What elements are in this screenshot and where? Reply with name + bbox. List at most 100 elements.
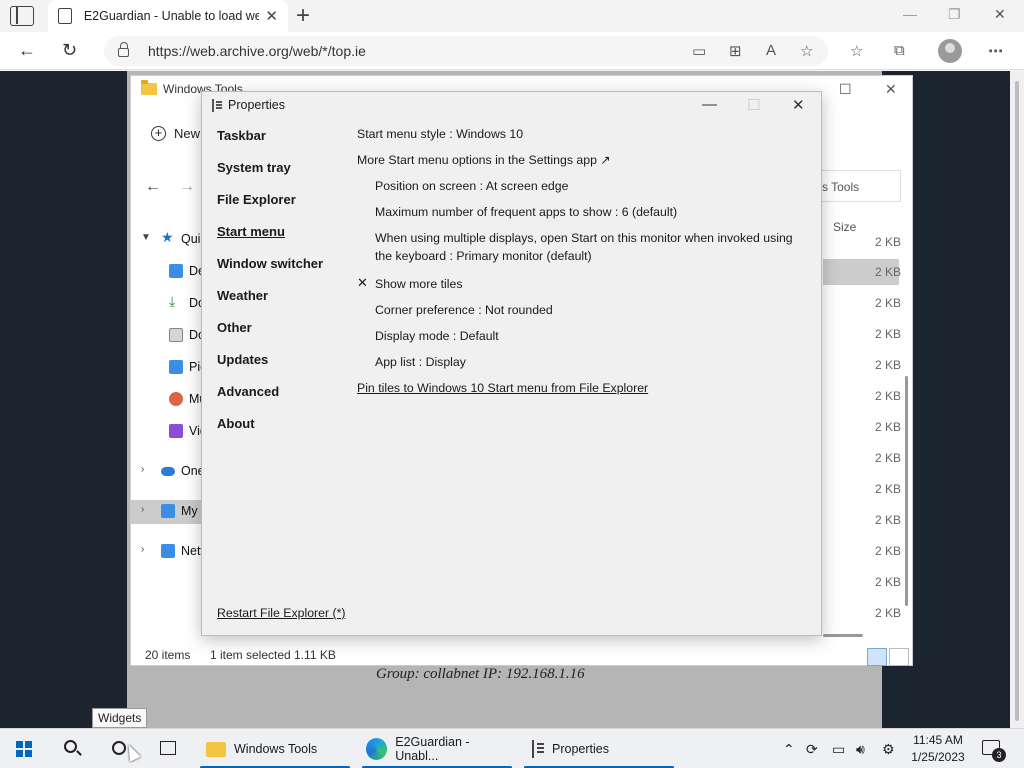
settings-gear-icon[interactable]: ⚙ xyxy=(882,729,895,768)
chevron-right-icon[interactable]: › xyxy=(141,464,144,475)
immersive-reader-icon[interactable]: ▭ xyxy=(692,42,706,60)
restart-explorer-link[interactable]: Restart File Explorer (*) xyxy=(217,606,345,620)
nav-taskbar[interactable]: Taskbar xyxy=(217,128,266,143)
chevron-down-icon[interactable]: ▼ xyxy=(141,232,151,243)
network-icon[interactable]: ▭ xyxy=(832,729,845,768)
setting-more-options-link[interactable]: More Start menu options in the Settings … xyxy=(357,151,611,169)
nav-start-menu[interactable]: Start menu xyxy=(217,224,285,239)
size-cell: 2 KB xyxy=(875,544,902,558)
show-hidden-icons-icon[interactable]: ⌃ xyxy=(783,729,795,768)
taskbar: Windows Tools E2Guardian - Unabl... Prop… xyxy=(0,728,1024,768)
minimize-icon[interactable]: ― xyxy=(702,96,717,113)
page-scrollbar-thumb[interactable] xyxy=(1015,81,1019,721)
details-view-icon[interactable] xyxy=(867,648,887,666)
explorer-status-bar: 20 items 1 item selected 1.11 KB xyxy=(131,643,912,667)
clock-date: 1/25/2023 xyxy=(911,750,965,764)
setting-max-frequent[interactable]: Maximum number of frequent apps to show … xyxy=(375,203,677,221)
setting-display-mode[interactable]: Display mode : Default xyxy=(375,327,499,345)
explorer-vertical-scrollbar[interactable] xyxy=(904,216,910,616)
nav-weather[interactable]: Weather xyxy=(217,288,268,303)
tree-item-network[interactable]: › Netw xyxy=(131,540,211,564)
volume-icon[interactable]: 🔊︎ xyxy=(856,729,865,768)
tab-close-icon[interactable]: ✕ xyxy=(265,7,278,25)
nav-window-switcher[interactable]: Window switcher xyxy=(217,256,323,271)
url-text[interactable]: https://web.archive.org/web/*/top.ie xyxy=(148,43,366,59)
setting-show-more-tiles[interactable]: Show more tiles xyxy=(375,275,462,293)
favorites-icon[interactable]: ☆ xyxy=(850,42,863,60)
task-view-icon[interactable] xyxy=(160,741,176,755)
setting-multi-display[interactable]: When using multiple displays, open Start… xyxy=(375,229,801,265)
nav-other[interactable]: Other xyxy=(217,320,252,335)
properties-titlebar[interactable]: Properties ― ☐ ✕ xyxy=(202,92,821,120)
chevron-right-icon[interactable]: › xyxy=(141,504,144,515)
taskbar-app-properties[interactable]: Properties xyxy=(524,729,674,768)
browser-tab[interactable]: E2Guardian - Unable to load web ✕ xyxy=(48,0,288,32)
size-column-header[interactable]: Size xyxy=(833,220,856,234)
check-icon[interactable]: ✕ xyxy=(357,275,368,291)
setting-start-menu-style[interactable]: Start menu style : Windows 10 xyxy=(357,125,523,143)
page-scrollbar[interactable] xyxy=(1010,71,1024,728)
explorer-horizontal-scrollbar[interactable] xyxy=(823,634,863,637)
tab-actions-icon[interactable] xyxy=(10,6,34,26)
restore-icon[interactable]: ❐ xyxy=(948,6,961,23)
tree-item-downloads[interactable]: ⤓ Do xyxy=(131,292,211,316)
new-tab-button[interactable]: + xyxy=(296,2,310,30)
read-aloud-icon[interactable]: A xyxy=(766,42,776,59)
collections-icon[interactable]: ⧉ xyxy=(894,42,905,59)
explorer-back-icon[interactable]: ← xyxy=(145,178,161,196)
pin-tiles-link[interactable]: Pin tiles to Windows 10 Start menu from … xyxy=(357,379,648,397)
document-icon xyxy=(169,328,183,342)
explorer-maximize-icon[interactable]: ☐ xyxy=(839,81,852,98)
video-icon xyxy=(169,424,183,438)
star-icon: ★ xyxy=(161,229,174,245)
tree-item-music[interactable]: Mu xyxy=(131,388,211,412)
apps-icon[interactable]: ⊞ xyxy=(729,42,742,60)
start-icon[interactable] xyxy=(16,741,32,757)
chevron-right-icon[interactable]: › xyxy=(141,544,144,555)
explorer-new-button[interactable]: + New xyxy=(151,126,200,141)
taskbar-app-label: E2Guardian - Unabl... xyxy=(395,735,470,763)
taskbar-app-windows-tools[interactable]: Windows Tools xyxy=(200,729,350,768)
profile-icon[interactable] xyxy=(938,39,962,63)
tree-item-quick-access[interactable]: ▼ ★ Qui xyxy=(131,228,211,252)
refresh-icon[interactable]: ↻ xyxy=(62,40,77,61)
tree-item-documents[interactable]: Do xyxy=(131,324,211,348)
search-icon[interactable] xyxy=(64,740,77,753)
desktop-icon xyxy=(169,264,183,278)
explorer-close-icon[interactable]: ✕ xyxy=(885,81,897,98)
taskbar-app-label: Windows Tools xyxy=(234,742,318,756)
tiles-view-icon[interactable] xyxy=(889,648,909,666)
nav-about[interactable]: About xyxy=(217,416,255,431)
address-bar[interactable]: https://web.archive.org/web/*/top.ie xyxy=(104,36,828,66)
explorer-search-text: s Tools xyxy=(822,180,860,194)
minimize-icon[interactable]: ― xyxy=(903,6,917,22)
more-icon[interactable]: ⋯ xyxy=(988,42,1003,60)
setting-position[interactable]: Position on screen : At screen edge xyxy=(375,177,568,195)
computer-icon xyxy=(161,504,175,518)
nav-file-explorer[interactable]: File Explorer xyxy=(217,192,296,207)
setting-corner-preference[interactable]: Corner preference : Not rounded xyxy=(375,301,553,319)
taskbar-app-edge[interactable]: E2Guardian - Unabl... xyxy=(362,729,512,768)
close-icon[interactable]: ✕ xyxy=(792,96,805,114)
back-icon[interactable]: ← xyxy=(18,40,36,61)
size-cell: 2 KB xyxy=(875,482,902,496)
nav-updates[interactable]: Updates xyxy=(217,352,268,367)
browser-tab-strip: E2Guardian - Unable to load web ✕ + ― ❐ … xyxy=(0,0,1024,32)
tree-item-videos[interactable]: Vid xyxy=(131,420,211,444)
widgets-tooltip: Widgets xyxy=(92,708,148,728)
nav-system-tray[interactable]: System tray xyxy=(217,160,291,175)
explorer-forward-icon[interactable]: → xyxy=(179,178,195,196)
edge-icon xyxy=(366,738,388,760)
update-icon[interactable]: ⟳ xyxy=(806,729,818,768)
nav-advanced[interactable]: Advanced xyxy=(217,384,279,399)
scrollbar-thumb[interactable] xyxy=(905,376,908,606)
tree-item-this-pc[interactable]: › My xyxy=(131,500,211,524)
folder-icon xyxy=(206,741,226,757)
add-favorite-icon[interactable]: ☆ xyxy=(800,42,813,60)
setting-app-list[interactable]: App list : Display xyxy=(375,353,466,371)
close-icon[interactable]: ✕ xyxy=(994,6,1006,23)
tree-item-desktop[interactable]: De xyxy=(131,260,211,284)
tree-item-onedrive[interactable]: › One xyxy=(131,460,211,484)
tree-item-pictures[interactable]: Pic xyxy=(131,356,211,380)
clock[interactable]: 11:45 AM 1/25/2023 xyxy=(906,732,970,766)
